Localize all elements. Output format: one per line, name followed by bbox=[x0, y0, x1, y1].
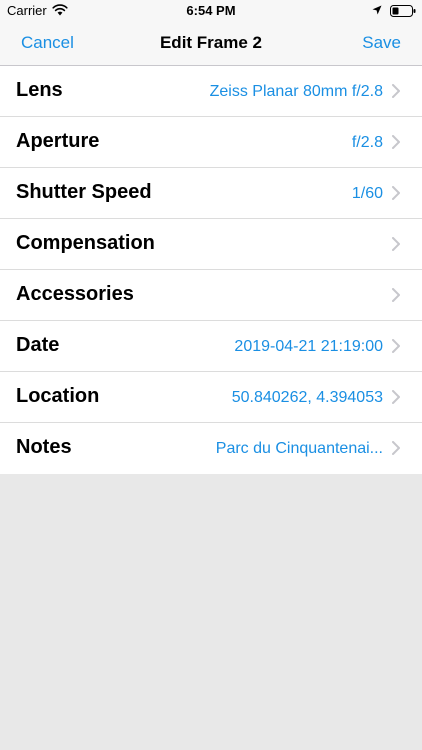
status-time: 6:54 PM bbox=[186, 3, 236, 18]
row-date[interactable]: Date 2019-04-21 21:19:00 bbox=[0, 321, 422, 372]
row-value: f/2.8 bbox=[351, 134, 383, 151]
row-aperture[interactable]: Aperture f/2.8 bbox=[0, 117, 422, 168]
chevron-right-icon bbox=[392, 441, 400, 455]
row-label: Accessories bbox=[16, 283, 134, 305]
row-value: 2019-04-21 21:19:00 bbox=[234, 338, 383, 355]
chevron-right-icon bbox=[392, 84, 400, 98]
page-title: Edit Frame 2 bbox=[159, 33, 263, 52]
row-label: Aperture bbox=[16, 130, 100, 152]
row-compensation[interactable]: Compensation bbox=[0, 219, 422, 270]
row-label: Compensation bbox=[16, 232, 155, 254]
row-value: 1/60 bbox=[351, 185, 383, 202]
status-bar: Carrier 6:54 PM bbox=[0, 0, 422, 22]
row-label: Notes bbox=[16, 436, 72, 458]
chevron-right-icon bbox=[392, 135, 400, 149]
row-value: Parc du Cinquantenai... bbox=[215, 440, 383, 457]
row-location[interactable]: Location 50.840262, 4.394053 bbox=[0, 372, 422, 423]
navigation-bar: Cancel Edit Frame 2 Save bbox=[0, 22, 422, 66]
row-lens[interactable]: Lens Zeiss Planar 80mm f/2.8 bbox=[0, 66, 422, 117]
chevron-right-icon bbox=[392, 237, 400, 251]
row-value: Zeiss Planar 80mm f/2.8 bbox=[209, 83, 383, 100]
empty-background-area bbox=[0, 474, 422, 750]
row-label: Location bbox=[16, 385, 100, 407]
row-value: 50.840262, 4.394053 bbox=[231, 389, 383, 406]
row-shutter-speed[interactable]: Shutter Speed 1/60 bbox=[0, 168, 422, 219]
row-accessories[interactable]: Accessories bbox=[0, 270, 422, 321]
chevron-right-icon bbox=[392, 390, 400, 404]
battery-icon bbox=[390, 5, 416, 17]
chevron-right-icon bbox=[392, 339, 400, 353]
row-notes[interactable]: Notes Parc du Cinquantenai... bbox=[0, 423, 422, 474]
row-label: Shutter Speed bbox=[16, 181, 152, 203]
location-arrow-icon bbox=[372, 5, 382, 15]
chevron-right-icon bbox=[392, 186, 400, 200]
row-label: Date bbox=[16, 334, 60, 356]
save-button[interactable]: Save bbox=[362, 33, 401, 53]
row-label: Lens bbox=[16, 79, 63, 101]
frame-settings-list: Lens Zeiss Planar 80mm f/2.8 Aperture f/… bbox=[0, 66, 422, 474]
chevron-right-icon bbox=[392, 288, 400, 302]
